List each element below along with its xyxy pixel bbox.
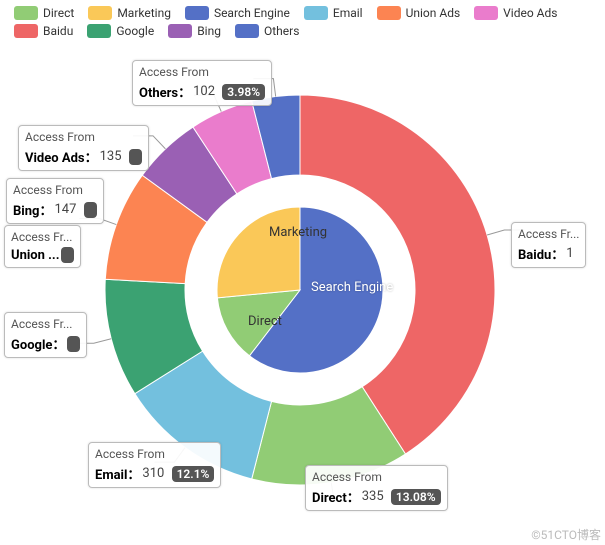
legend: Direct Marketing Search Engine Email Union A…: [14, 6, 574, 38]
legend-swatch: [168, 24, 192, 38]
tooltip-video: Access From Video Ads：135: [18, 125, 149, 171]
inner-label-direct: Direct: [248, 314, 282, 329]
legend-item-search-engine[interactable]: Search Engine: [185, 6, 290, 20]
legend-swatch: [185, 6, 209, 20]
legend-item-video-ads[interactable]: Video Ads: [474, 6, 557, 20]
tooltip-bing: Access From Bing：147: [6, 178, 104, 224]
legend-swatch: [474, 6, 498, 20]
legend-swatch: [88, 6, 112, 20]
legend-label: Direct: [43, 6, 74, 20]
legend-swatch: [14, 6, 38, 20]
tooltip-others: Access From Others：102 3.98%: [132, 60, 272, 106]
legend-item-baidu[interactable]: Baidu: [14, 24, 73, 38]
legend-label: Email: [333, 6, 363, 20]
legend-item-email[interactable]: Email: [304, 6, 363, 20]
inner-label-search: Search Engine: [311, 280, 393, 295]
legend-label: Video Ads: [503, 6, 557, 20]
tooltip-email: Access From Email：310 12.1%: [88, 442, 221, 488]
legend-item-marketing[interactable]: Marketing: [88, 6, 171, 20]
legend-swatch: [304, 6, 328, 20]
legend-item-google[interactable]: Google: [87, 24, 154, 38]
slice-marketing[interactable]: [217, 207, 300, 298]
watermark: ©51CTO博客: [531, 526, 601, 543]
legend-swatch: [377, 6, 401, 20]
legend-label: Baidu: [43, 24, 73, 38]
tooltip-union: Access Fr... Union ...: [4, 225, 81, 268]
legend-label: Google: [116, 24, 154, 38]
legend-label: Bing: [197, 24, 221, 38]
legend-swatch: [235, 24, 259, 38]
legend-item-union-ads[interactable]: Union Ads: [377, 6, 461, 20]
tooltip-direct: Access From Direct：335 13.08%: [305, 465, 448, 511]
tooltip-baidu: Access Fr... Baidu：1: [511, 222, 586, 268]
legend-label: Marketing: [117, 6, 171, 20]
legend-item-bing[interactable]: Bing: [168, 24, 221, 38]
legend-label: Union Ads: [406, 6, 461, 20]
legend-label: Others: [264, 24, 299, 38]
legend-item-others[interactable]: Others: [235, 24, 299, 38]
legend-label: Search Engine: [214, 6, 290, 20]
tooltip-google: Access Fr... Google：: [4, 312, 87, 358]
legend-swatch: [14, 24, 38, 38]
legend-item-direct[interactable]: Direct: [14, 6, 74, 20]
inner-label-marketing: Marketing: [269, 225, 327, 240]
legend-swatch: [87, 24, 111, 38]
